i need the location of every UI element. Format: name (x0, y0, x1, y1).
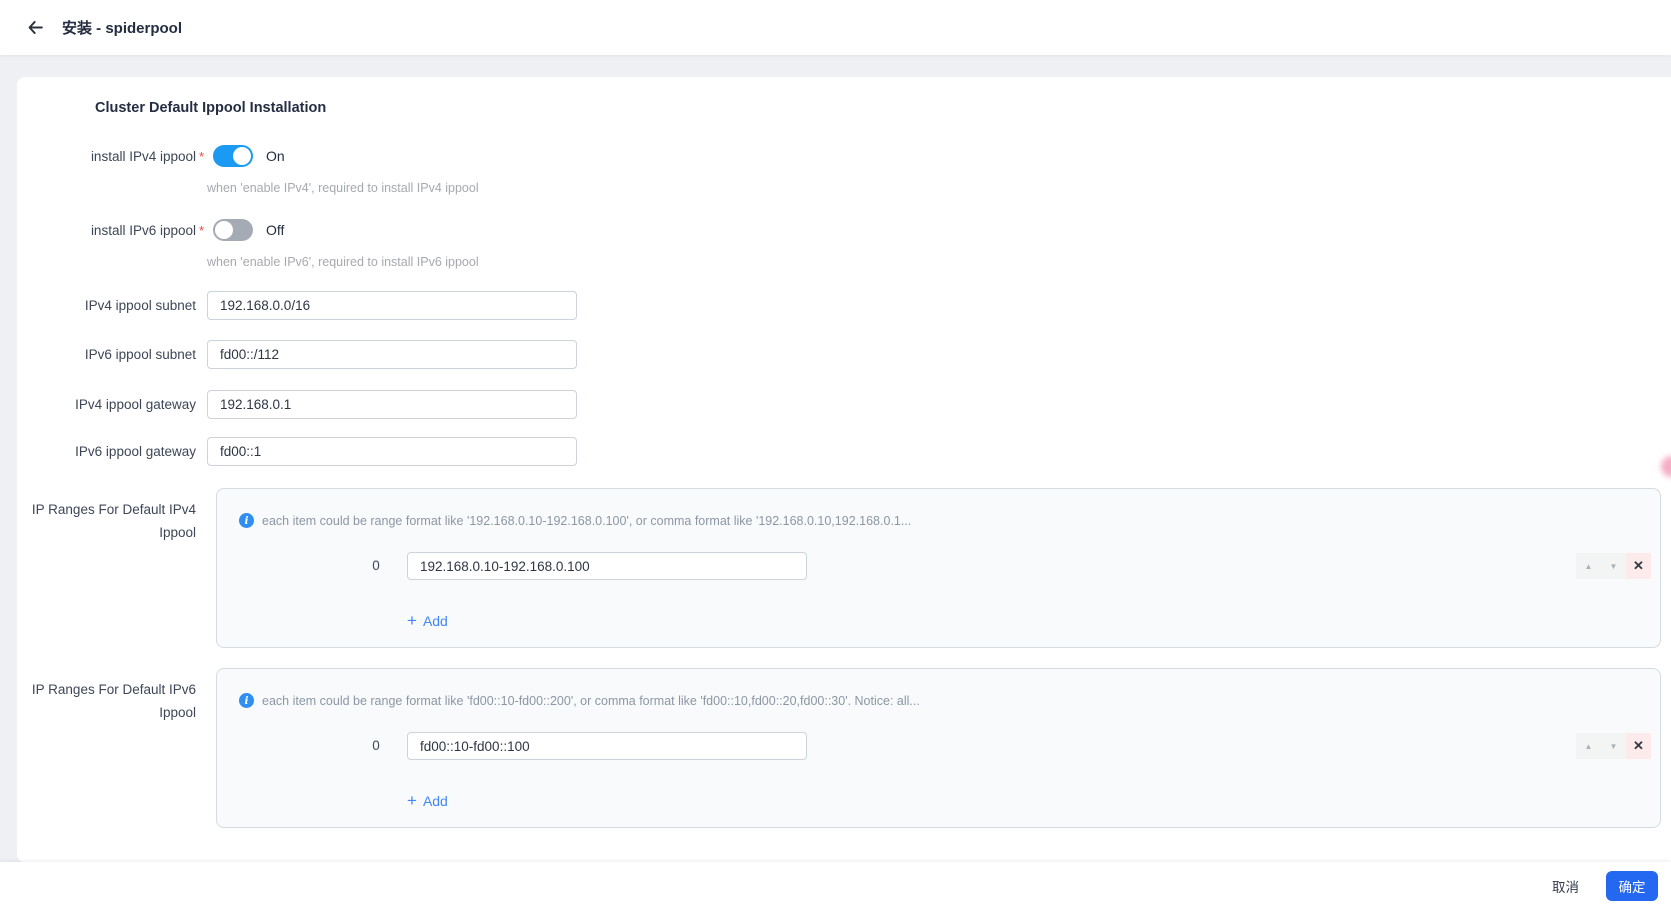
dialog-footer: 取消 确定 (0, 862, 1671, 909)
label-line: IP Ranges For Default IPv6 (31, 682, 196, 697)
ipv4-gateway-input[interactable] (207, 390, 577, 419)
ipv4-ranges-panel: i each item could be range format like '… (216, 488, 1661, 648)
plus-icon: + (407, 611, 417, 630)
field-help-text: when 'enable IPv6', required to install … (207, 255, 479, 269)
ipv6-range-input[interactable] (407, 732, 807, 760)
chevron-down-icon: ▼ (1609, 741, 1618, 751)
plus-icon: + (407, 791, 417, 810)
move-down-button[interactable]: ▼ (1601, 733, 1626, 759)
close-icon: ✕ (1633, 558, 1644, 573)
field-row-ipv6-gateway: IPv6 ippool gateway (17, 437, 577, 466)
field-row-ipv6-subnet: IPv6 ippool subnet (17, 340, 577, 369)
section-title: Cluster Default Ippool Installation (95, 100, 327, 116)
move-up-button[interactable]: ▲ (1576, 553, 1601, 579)
chevron-down-icon: ▼ (1609, 561, 1618, 571)
hint-text: each item could be range format like 'fd… (262, 693, 920, 708)
toggle-state-label: Off (266, 222, 285, 238)
field-row-install-ipv6: install IPv6 ippool * Off (17, 219, 284, 241)
hint-text: each item could be range format like '19… (262, 513, 912, 528)
remove-item-button[interactable]: ✕ (1626, 553, 1651, 579)
ipv6-ranges-panel: i each item could be range format like '… (216, 668, 1661, 828)
page-title: 安装 - spiderpool (62, 20, 183, 37)
list-item-controls: ▲ ▼ ✕ (1576, 553, 1651, 579)
toggle-state-label: On (266, 148, 285, 164)
info-icon: i (239, 513, 254, 528)
install-ipv6-toggle[interactable] (213, 219, 253, 241)
field-label: IPv6 ippool gateway (75, 444, 196, 459)
field-label: IPv6 ippool subnet (84, 347, 196, 362)
install-form: Cluster Default Ippool Installation inst… (17, 77, 1671, 862)
arrow-left-icon (26, 18, 45, 37)
ipv4-subnet-input[interactable] (207, 291, 577, 320)
label-line: IP Ranges For Default IPv4 (31, 502, 196, 517)
panel-hint: i each item could be range format like '… (239, 513, 1640, 528)
dialog-header: 安装 - spiderpool (0, 0, 1671, 55)
toggle-knob (215, 221, 233, 239)
field-help-text: when 'enable IPv4', required to install … (207, 181, 479, 195)
label-line: Ippool (159, 525, 196, 540)
field-label: install IPv4 ippool (90, 148, 196, 164)
back-button[interactable] (20, 13, 50, 43)
label-line: Ippool (159, 705, 196, 720)
panel-hint: i each item could be range format like '… (239, 693, 1640, 708)
toggle-knob (233, 147, 251, 165)
list-item-index: 0 (372, 738, 380, 753)
ipv4-range-input[interactable] (407, 552, 807, 580)
info-icon: i (239, 693, 254, 708)
chevron-up-icon: ▲ (1584, 561, 1593, 571)
install-ipv4-toggle[interactable] (213, 145, 253, 167)
field-label: IPv4 ippool subnet (84, 298, 196, 313)
close-icon: ✕ (1633, 738, 1644, 753)
ipv6-subnet-input[interactable] (207, 340, 577, 369)
move-up-button[interactable]: ▲ (1576, 733, 1601, 759)
install-form-card: Cluster Default Ippool Installation inst… (17, 77, 1671, 862)
list-item-index: 0 (372, 558, 380, 573)
cancel-button[interactable]: 取消 (1542, 870, 1589, 902)
add-ipv6-range-button[interactable]: + Add (407, 792, 448, 809)
field-row-ipv4-gateway: IPv4 ippool gateway (17, 390, 577, 419)
add-button-label: Add (422, 792, 448, 809)
move-down-button[interactable]: ▼ (1601, 553, 1626, 579)
field-label-ipv4-ranges: IP Ranges For Default IPv4 Ippool (17, 498, 196, 544)
required-marker: * (199, 222, 205, 238)
confirm-button[interactable]: 确定 (1606, 870, 1658, 901)
add-button-label: Add (422, 612, 448, 629)
field-label: IPv4 ippool gateway (75, 397, 196, 412)
remove-item-button[interactable]: ✕ (1626, 733, 1651, 759)
list-item-controls: ▲ ▼ ✕ (1576, 733, 1651, 759)
add-ipv4-range-button[interactable]: + Add (407, 612, 448, 629)
field-label-ipv6-ranges: IP Ranges For Default IPv6 Ippool (17, 678, 196, 724)
field-row-install-ipv4: install IPv4 ippool * On (17, 145, 285, 167)
ipv6-gateway-input[interactable] (207, 437, 577, 466)
required-marker: * (199, 148, 205, 164)
chevron-up-icon: ▲ (1584, 741, 1593, 751)
field-row-ipv4-subnet: IPv4 ippool subnet (17, 291, 577, 320)
field-label: install IPv6 ippool (90, 222, 196, 238)
